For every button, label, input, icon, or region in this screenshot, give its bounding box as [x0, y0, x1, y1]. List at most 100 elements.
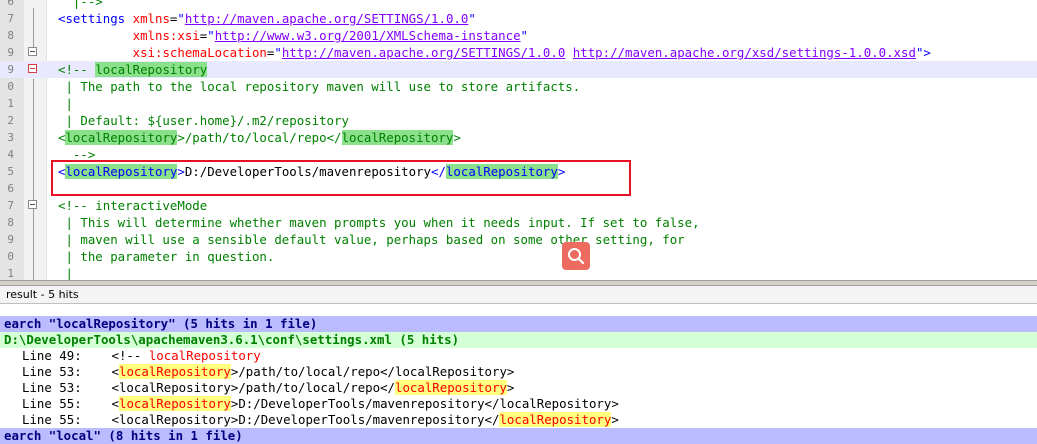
code-text: <!-- interactiveMode [58, 197, 207, 214]
line-number: 3 [7, 131, 14, 144]
code-token: localRepository [341, 130, 454, 145]
fold-toggle-icon[interactable] [28, 47, 37, 56]
hit-row[interactable]: Line 55: <localRepository>D:/DeveloperTo… [0, 412, 1037, 428]
hit-row[interactable]: Line 49: <!-- localRepository [0, 348, 1037, 364]
result-segment: Line 55: <localRepository>D:/DeveloperTo… [22, 412, 500, 427]
hit-row[interactable]: Line 55: <localRepository>D:/DeveloperTo… [0, 396, 1037, 412]
result-segment: Line 49: <!-- [22, 348, 149, 363]
result-segment: earch "localRepository" (5 hits in 1 fil… [4, 316, 318, 331]
match-text: localRepository [499, 412, 612, 427]
code-line[interactable]: 1 | [0, 265, 1037, 280]
code-token: localRepository [95, 62, 208, 77]
line-number: 8 [7, 216, 14, 229]
line-number: 2 [7, 114, 14, 127]
code-text: | the parameter in question. [58, 248, 274, 265]
code-token: http://maven.apache.org/xsd/settings-1.0… [572, 45, 916, 60]
match-text: localRepository [118, 396, 231, 411]
line-number: 1 [7, 267, 14, 280]
code-text: | [58, 265, 73, 280]
code-line[interactable]: 0 | the parameter in question. [0, 248, 1037, 265]
search-results-panel[interactable]: result - 5 hits earch "localRepository" … [0, 286, 1037, 444]
result-text: Line 53: <localRepository>/path/to/local… [22, 380, 514, 396]
search-header-row[interactable]: earch "localRepository" (5 hits in 1 fil… [0, 316, 1037, 332]
file-header-row[interactable]: D:\DeveloperTools\apachemaven3.6.1\conf\… [0, 332, 1037, 348]
code-token: xsi:schemaLocation [132, 45, 267, 60]
match-text: localRepository [395, 380, 507, 395]
code-token: " [468, 11, 476, 26]
code-token: " [207, 28, 215, 43]
code-text: | Default: ${user.home}/.m2/repository [58, 112, 348, 129]
line-number: 1 [7, 97, 14, 110]
code-text: | [58, 95, 72, 112]
code-token: | This will determine whether maven prom… [58, 215, 700, 230]
code-line[interactable]: 9 | maven will use a sensible default va… [0, 231, 1037, 248]
result-text: earch "local" (8 hits in 1 file) [4, 428, 243, 444]
code-token: | maven will use a sensible default valu… [58, 232, 685, 247]
code-line[interactable]: 8 xmlns:xsi="http://www.w3.org/2001/XMLS… [0, 27, 1037, 44]
code-token: |--> [58, 0, 103, 9]
line-number: 6 [7, 0, 14, 8]
search-badge[interactable] [562, 242, 590, 270]
match-text: localRepository [148, 348, 261, 363]
hit-row[interactable]: Line 53: <localRepository>/path/to/local… [0, 380, 1037, 396]
search-icon [568, 248, 585, 265]
code-line[interactable]: 2 | Default: ${user.home}/.m2/repository [0, 112, 1037, 129]
code-line[interactable]: 7 <!-- interactiveMode [0, 197, 1037, 214]
code-token: > [453, 130, 461, 145]
result-segment: > [611, 412, 619, 427]
line-number: 9 [7, 233, 14, 246]
result-text: Line 55: <localRepository>D:/DeveloperTo… [22, 412, 619, 428]
results-panel-title: result - 5 hits [0, 286, 1037, 304]
code-line[interactable]: 9 xsi:schemaLocation="http://maven.apach… [0, 44, 1037, 61]
code-text: <!-- localRepository [58, 61, 208, 78]
code-text: xmlns:xsi="http://www.w3.org/2001/XMLSch… [58, 27, 528, 44]
result-segment: earch "local" (8 hits in 1 file) [4, 428, 243, 443]
result-text: Line 49: <!-- localRepository [22, 348, 261, 364]
code-line[interactable]: 9 <!-- localRepository [0, 61, 1037, 78]
code-token: | [58, 266, 73, 280]
code-token: http://www.w3.org/2001/XMLSchema-instanc… [214, 28, 521, 43]
code-text: | This will determine whether maven prom… [58, 214, 700, 231]
result-text: Line 55: <localRepository>D:/DeveloperTo… [22, 396, 619, 412]
code-token: <!-- [58, 62, 96, 77]
search-header-row[interactable]: earch "local" (8 hits in 1 file) [0, 428, 1037, 444]
result-segment: Line 55: < [22, 396, 119, 411]
code-line[interactable]: 7 <settings xmlns="http://maven.apache.or… [0, 10, 1037, 27]
match-text: localRepository [118, 364, 231, 379]
code-token: | the parameter in question. [58, 249, 275, 264]
code-token: http://maven.apache.org/SETTINGS/1.0.0 [281, 45, 566, 60]
code-text: <settings xmlns="http://maven.apache.org… [58, 10, 476, 27]
result-text: earch "localRepository" (5 hits in 1 fil… [4, 316, 317, 332]
result-segment: >/path/to/local/repo</localRepository> [230, 364, 515, 379]
fold-toggle-icon[interactable] [28, 64, 37, 73]
code-text: | The path to the local repository maven… [58, 78, 580, 95]
code-token: "> [915, 45, 931, 60]
line-number: 4 [7, 148, 14, 161]
code-editor[interactable]: 6 |--> 7 <settings xmlns="http://maven.apa… [0, 0, 1037, 280]
line-number: 0 [7, 250, 14, 263]
code-line[interactable]: 1 | [0, 95, 1037, 112]
code-token: " [520, 28, 529, 43]
hit-row[interactable]: Line 53: <localRepository>/path/to/local… [0, 364, 1037, 380]
result-segment: > [506, 380, 515, 395]
result-text: Line 53: <localRepository>/path/to/local… [22, 364, 514, 380]
code-line[interactable]: 6 |--> [0, 0, 1037, 10]
line-number: 7 [7, 199, 14, 212]
code-token: localRepository [65, 130, 178, 145]
code-text: | maven will use a sensible default valu… [58, 231, 685, 248]
line-number: 5 [7, 165, 14, 178]
result-segment: >D:/DeveloperTools/mavenrepository</loca… [230, 396, 619, 411]
code-text: |--> [58, 0, 103, 10]
code-token: http://maven.apache.org/SETTINGS/1.0.0 [184, 11, 469, 26]
line-number: 6 [7, 182, 14, 195]
code-line[interactable]: 8 | This will determine whether maven pr… [0, 214, 1037, 231]
line-number: 8 [7, 29, 14, 42]
code-token: " [177, 11, 185, 26]
line-number: 0 [7, 80, 14, 93]
code-line[interactable]: 0 | The path to the local repository mav… [0, 78, 1037, 95]
code-line[interactable]: 3 <localRepository>/path/to/local/repo</l… [0, 129, 1037, 146]
fold-toggle-icon[interactable] [28, 200, 37, 209]
